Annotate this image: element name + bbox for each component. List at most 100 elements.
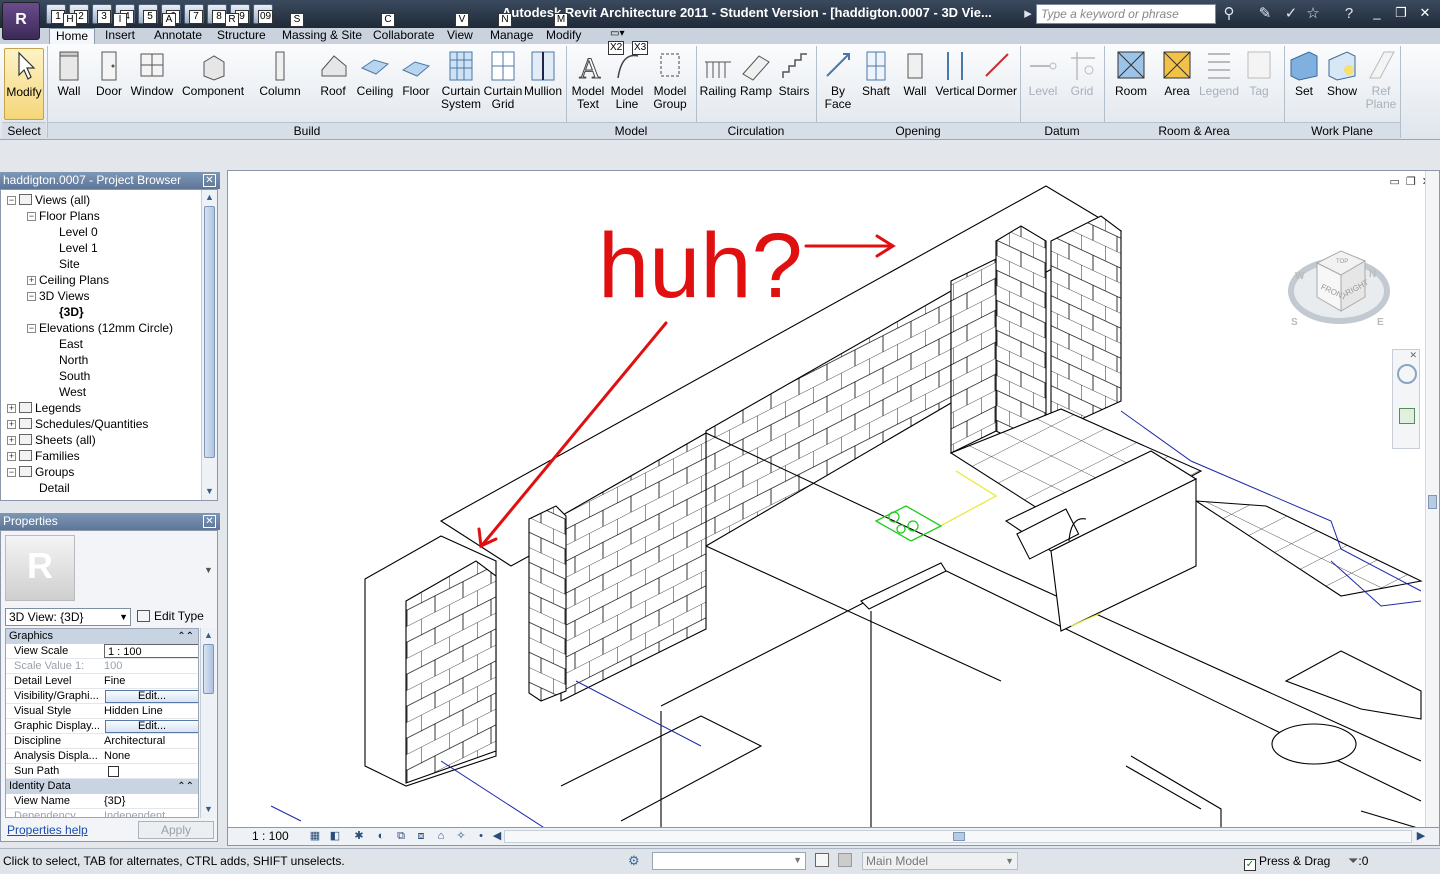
collapse-icon[interactable]: − bbox=[27, 292, 36, 301]
view-scale-label[interactable]: 1 : 100 bbox=[252, 829, 289, 843]
steering-wheel-icon[interactable] bbox=[1397, 364, 1417, 384]
railing-button[interactable]: Railing bbox=[698, 48, 738, 98]
area-button[interactable]: Area bbox=[1156, 48, 1198, 98]
expand-icon[interactable]: + bbox=[27, 276, 36, 285]
tab-overflow-icon[interactable]: ▭▾ bbox=[610, 28, 624, 39]
tree-item[interactable]: Detail bbox=[39, 480, 70, 496]
scroll-up-icon[interactable]: ▲ bbox=[203, 630, 214, 641]
quick-access-button[interactable]: 3 bbox=[92, 4, 112, 24]
shadows-icon[interactable]: ◐ bbox=[374, 830, 388, 843]
dormer-button[interactable]: Dormer bbox=[974, 48, 1020, 98]
info-arrow-icon[interactable]: ▸ bbox=[1019, 5, 1037, 23]
tree-item[interactable]: + Schedules/Quantities bbox=[7, 416, 148, 432]
restore-icon[interactable]: ❐ bbox=[1390, 4, 1412, 22]
editable-only-icon[interactable] bbox=[815, 853, 829, 867]
property-group-header[interactable]: Graphics ⌃⌃ bbox=[6, 629, 198, 644]
column-button[interactable]: Column bbox=[258, 48, 302, 98]
close-icon[interactable]: ✕ bbox=[1414, 4, 1436, 22]
roof-button[interactable]: Roof bbox=[314, 48, 352, 98]
property-value[interactable]: Fine bbox=[104, 674, 198, 689]
reveal-hidden-icon[interactable]: • bbox=[474, 830, 488, 843]
minimize-icon[interactable]: _ bbox=[1366, 4, 1388, 22]
property-value[interactable]: Architectural bbox=[104, 734, 198, 749]
model-line-button[interactable]: Model Line bbox=[608, 48, 646, 111]
subscription-icon[interactable]: ✎ bbox=[1256, 5, 1274, 23]
property-value[interactable]: Hidden Line bbox=[104, 704, 198, 719]
curtain-system-button[interactable]: Curtain System bbox=[438, 48, 484, 111]
communication-icon[interactable]: ✓ bbox=[1282, 5, 1300, 23]
close-icon[interactable]: ✕ bbox=[203, 174, 216, 187]
canvas-vertical-scrollbar[interactable] bbox=[1425, 171, 1439, 827]
property-value[interactable]: None bbox=[104, 749, 198, 764]
tab-modify[interactable]: Modify bbox=[540, 28, 587, 44]
sun-path-checkbox[interactable] bbox=[108, 766, 119, 777]
collapse-icon[interactable]: − bbox=[27, 212, 36, 221]
tree-item[interactable]: − Views (all) bbox=[7, 192, 90, 208]
temporary-hide-icon[interactable]: ✧ bbox=[454, 830, 468, 843]
design-options-icon[interactable] bbox=[838, 853, 852, 867]
tree-item[interactable]: + Legends bbox=[7, 400, 81, 416]
tree-item[interactable]: North bbox=[59, 352, 88, 368]
scroll-thumb[interactable] bbox=[203, 644, 214, 694]
edit-type-button[interactable]: Edit Type bbox=[137, 608, 217, 626]
tree-item[interactable]: West bbox=[59, 384, 86, 400]
stairs-button[interactable]: Stairs bbox=[774, 48, 814, 98]
property-value[interactable]: {3D} bbox=[104, 794, 198, 809]
close-icon[interactable]: ✕ bbox=[203, 515, 216, 528]
tree-item[interactable]: {3D} bbox=[59, 304, 84, 320]
visual-style-icon[interactable]: ◧ bbox=[328, 830, 342, 843]
tree-item[interactable]: − Elevations (12mm Circle) bbox=[27, 320, 173, 336]
tab-collaborate[interactable]: Collaborate bbox=[367, 28, 440, 44]
sun-path-icon[interactable]: ✱ bbox=[352, 830, 366, 843]
tag-button[interactable]: Tag bbox=[1240, 48, 1278, 98]
apply-button[interactable]: Apply bbox=[138, 821, 214, 839]
tree-item[interactable]: − Floor Plans bbox=[27, 208, 100, 224]
tab-home[interactable]: Home bbox=[49, 28, 96, 44]
scroll-left-icon[interactable]: ◀ bbox=[490, 830, 504, 843]
component-button[interactable]: Component bbox=[182, 48, 244, 98]
tab-insert[interactable]: Insert bbox=[99, 28, 141, 44]
scroll-thumb[interactable] bbox=[953, 832, 965, 841]
collapse-icon[interactable]: − bbox=[7, 196, 16, 205]
curtain-grid-button[interactable]: Curtain Grid bbox=[482, 48, 524, 111]
binoculars-icon[interactable]: ⚲ bbox=[1220, 5, 1238, 23]
expand-icon[interactable]: + bbox=[7, 436, 16, 445]
scroll-down-icon[interactable]: ▼ bbox=[204, 486, 215, 497]
expand-icon[interactable]: + bbox=[7, 452, 16, 461]
search-input[interactable]: Type a keyword or phrase bbox=[1036, 4, 1216, 24]
chevron-down-icon[interactable]: ▼ bbox=[204, 565, 213, 575]
tab-view[interactable]: View bbox=[441, 28, 479, 44]
tab-structure[interactable]: Structure bbox=[211, 28, 272, 44]
tree-item[interactable]: + Ceiling Plans bbox=[27, 272, 109, 288]
detail-level-icon[interactable]: ▦ bbox=[308, 830, 322, 843]
ramp-button[interactable]: Ramp bbox=[738, 48, 774, 98]
level-button[interactable]: Level bbox=[1024, 48, 1062, 98]
application-menu-button[interactable]: R bbox=[2, 2, 40, 40]
tab-manage[interactable]: Manage bbox=[484, 28, 539, 44]
scroll-thumb[interactable] bbox=[1428, 495, 1437, 509]
modify-button[interactable]: Modify bbox=[4, 48, 44, 120]
floor-button[interactable]: Floor bbox=[398, 48, 434, 98]
vertical-button[interactable]: Vertical bbox=[934, 48, 976, 98]
door-button[interactable]: Door bbox=[90, 48, 128, 98]
tree-item[interactable]: Level 1 bbox=[59, 240, 98, 256]
ceiling-button[interactable]: Ceiling bbox=[354, 48, 396, 98]
view-cube[interactable]: TOP FRONT RIGHT W N E S bbox=[1281, 233, 1401, 343]
quick-access-button[interactable]: 8 bbox=[207, 4, 227, 24]
zoom-icon[interactable] bbox=[1399, 408, 1415, 424]
set-button[interactable]: Set bbox=[1286, 48, 1322, 98]
quick-access-button[interactable]: 7 bbox=[184, 4, 204, 24]
canvas-horizontal-scrollbar[interactable] bbox=[504, 830, 1412, 843]
selection-filter[interactable]: ⏷:0 bbox=[1348, 853, 1368, 869]
show-button[interactable]: Show bbox=[1322, 48, 1362, 98]
tree-item[interactable]: + Sheets (all) bbox=[7, 432, 96, 448]
crop-region-icon[interactable]: ⧈ bbox=[414, 830, 428, 843]
view-scale-field[interactable]: 1 : 100 bbox=[104, 644, 198, 658]
ref-plane-button[interactable]: Ref Plane bbox=[1362, 48, 1400, 111]
grid-button[interactable]: Grid bbox=[1064, 48, 1100, 98]
favorites-star-icon[interactable]: ☆ bbox=[1304, 5, 1322, 23]
edit-button[interactable]: Edit... bbox=[105, 720, 198, 733]
edit-button[interactable]: Edit... bbox=[105, 690, 198, 703]
press-drag-toggle[interactable]: ✓ Press & Drag bbox=[1244, 853, 1330, 871]
quick-access-button[interactable]: 5 bbox=[138, 4, 158, 24]
